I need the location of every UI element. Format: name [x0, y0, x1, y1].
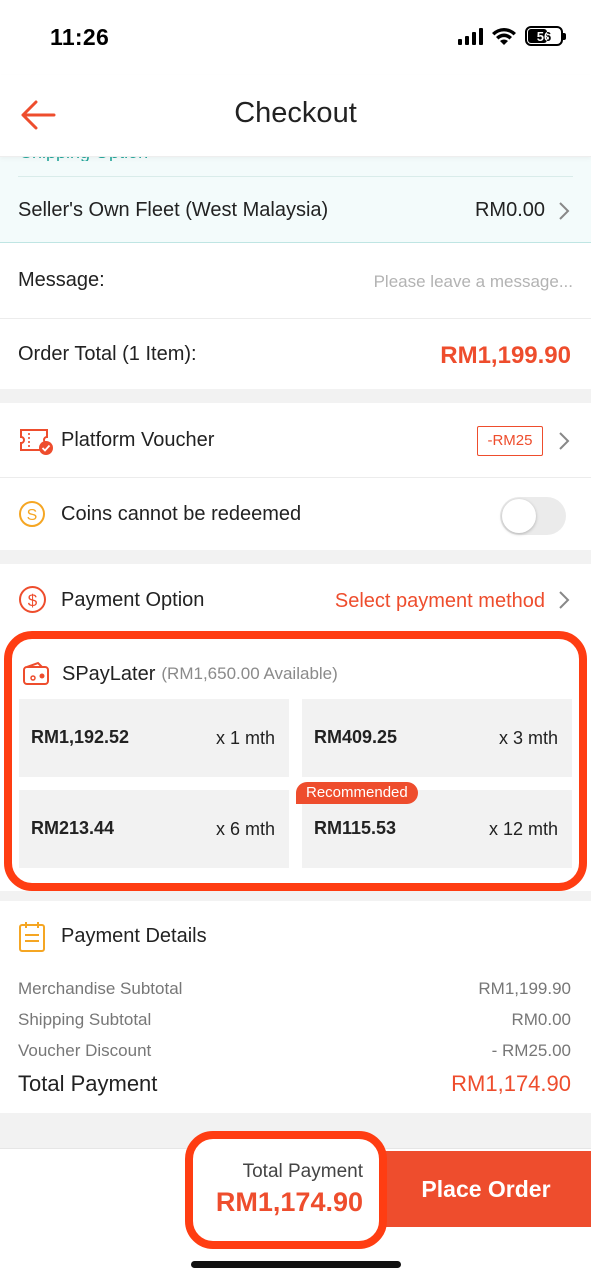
- dollar-icon: $: [19, 586, 46, 613]
- detail-value: RM0.00: [511, 1010, 571, 1029]
- plan-term: x 1 mth: [215, 728, 275, 748]
- platform-voucher-row[interactable]: Platform Voucher -RM25: [0, 403, 591, 477]
- spaylater-icon: [23, 661, 49, 685]
- payment-details-section: Payment Details Merchandise Subtotal RM1…: [0, 901, 591, 1113]
- total-payment-row: Total Payment RM1,174.90: [18, 1071, 571, 1097]
- battery-level: 56: [536, 28, 552, 44]
- cellular-signal-icon: [458, 27, 483, 45]
- voucher-label: Platform Voucher: [61, 429, 215, 451]
- svg-text:S: S: [27, 507, 38, 524]
- detail-label: Shipping Subtotal: [18, 1010, 152, 1029]
- recommended-badge: Recommended: [296, 782, 418, 804]
- chevron-right-icon: [559, 432, 570, 450]
- coins-row: S Coins cannot be redeemed: [0, 478, 591, 550]
- status-icons: 56: [458, 26, 566, 46]
- coins-toggle[interactable]: [500, 497, 566, 535]
- coin-icon: S: [19, 501, 45, 527]
- plan-term: x 3 mth: [498, 728, 558, 748]
- battery-icon: 56: [525, 26, 566, 46]
- spaylater-name: SPayLater: [62, 662, 156, 685]
- message-input[interactable]: Please leave a message...: [374, 272, 573, 292]
- svg-text:$: $: [28, 591, 38, 610]
- bottom-total-box: Total Payment RM1,174.90: [185, 1131, 387, 1249]
- payment-option-row[interactable]: $ Payment Option Select payment method: [0, 564, 591, 634]
- shipping-method: Seller's Own Fleet (West Malaysia): [18, 199, 329, 221]
- clipboard-icon: [19, 922, 45, 952]
- bottom-total-value: RM1,174.90: [215, 1187, 363, 1217]
- plan-term: x 6 mth: [215, 819, 275, 839]
- message-label: Message:: [18, 269, 105, 291]
- detail-value: - RM25.00: [491, 1041, 571, 1060]
- status-time: 11:26: [50, 24, 110, 50]
- order-total-label: Order Total (1 Item):: [18, 343, 197, 365]
- message-row: Message: Please leave a message...: [0, 244, 591, 318]
- wifi-icon: [492, 28, 516, 45]
- order-total-row: Order Total (1 Item): RM1,199.90: [0, 319, 591, 389]
- shipping-fee: RM0.00: [474, 199, 545, 221]
- chevron-right-icon: [559, 591, 570, 609]
- plan-amount: RM115.53: [314, 818, 397, 838]
- voucher-tag: -RM25: [477, 426, 543, 456]
- header: Checkout: [0, 75, 591, 157]
- plan-amount: RM409.25: [314, 727, 398, 747]
- plan-amount: RM213.44: [31, 818, 115, 838]
- payment-details-title: Payment Details: [61, 925, 207, 947]
- place-order-button[interactable]: Place Order: [381, 1151, 591, 1227]
- spaylater-available: (RM1,650.00 Available): [161, 664, 338, 683]
- detail-row: Merchandise Subtotal RM1,199.90: [18, 979, 571, 999]
- bottom-bar: Place Order Total Payment RM1,174.90: [0, 1131, 591, 1280]
- order-total-value: RM1,199.90: [440, 342, 571, 369]
- status-bar: 11:26 56: [0, 0, 591, 75]
- detail-label: Voucher Discount: [18, 1041, 152, 1060]
- select-payment-method[interactable]: Select payment method: [335, 590, 545, 613]
- coins-label: Coins cannot be redeemed: [61, 503, 302, 525]
- detail-row: Voucher Discount - RM25.00: [18, 1041, 571, 1061]
- bottom-total-label: Total Payment: [242, 1161, 363, 1182]
- total-payment-value: RM1,174.90: [451, 1071, 571, 1096]
- detail-value: RM1,199.90: [478, 979, 571, 998]
- total-payment-label: Total Payment: [18, 1071, 158, 1096]
- plan-amount: RM1,192.52: [31, 727, 130, 747]
- shipping-option-row[interactable]: Shipping Option Seller's Own Fleet (West…: [0, 151, 591, 243]
- detail-label: Merchandise Subtotal: [18, 979, 183, 998]
- payment-option-label: Payment Option: [61, 589, 205, 611]
- installment-plan-1[interactable]: RM1,192.52 x 1 mth: [19, 699, 289, 777]
- home-indicator: [191, 1261, 401, 1268]
- plan-term: x 12 mth: [488, 819, 558, 839]
- detail-row: Shipping Subtotal RM0.00: [18, 1010, 571, 1030]
- chevron-right-icon: [559, 202, 570, 220]
- installment-plan-6[interactable]: RM213.44 x 6 mth: [19, 790, 289, 868]
- page-title: Checkout: [234, 97, 357, 129]
- voucher-icon: [20, 429, 53, 455]
- installment-plan-3[interactable]: RM409.25 x 3 mth: [302, 699, 572, 777]
